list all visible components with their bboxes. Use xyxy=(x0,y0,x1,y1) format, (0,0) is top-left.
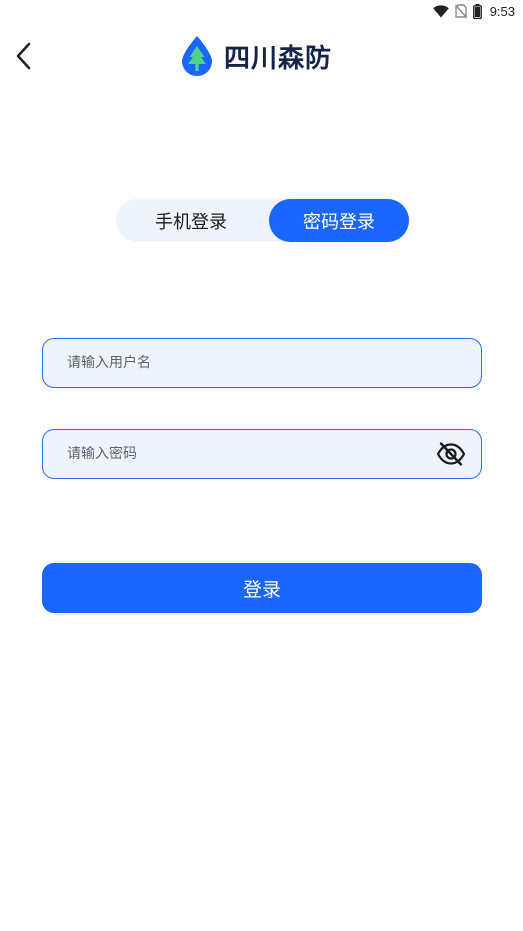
battery-icon xyxy=(472,3,482,19)
login-button[interactable]: 登录 xyxy=(42,563,482,613)
password-field xyxy=(42,429,482,479)
wifi-icon xyxy=(432,4,449,18)
status-time: 9:53 xyxy=(489,3,515,19)
eye-off-icon xyxy=(436,442,466,466)
chevron-left-icon xyxy=(16,42,31,70)
back-button[interactable] xyxy=(6,38,42,74)
username-field xyxy=(42,338,482,388)
tree-drop-logo xyxy=(182,36,212,76)
username-input[interactable] xyxy=(67,355,467,371)
status-bar: 9:53 xyxy=(0,0,523,22)
tab-phone-login[interactable]: 手机登录 xyxy=(116,199,266,242)
page-title: 四川森防 xyxy=(224,43,333,74)
login-mode-tabs: 手机登录 密码登录 xyxy=(116,199,409,242)
tab-password-login[interactable]: 密码登录 xyxy=(269,199,409,242)
password-visibility-toggle[interactable] xyxy=(435,438,467,470)
app-header: 四川森防 xyxy=(0,26,523,86)
brand: 四川森防 xyxy=(180,34,332,78)
no-sim-icon xyxy=(454,4,467,18)
password-input[interactable] xyxy=(67,446,435,462)
